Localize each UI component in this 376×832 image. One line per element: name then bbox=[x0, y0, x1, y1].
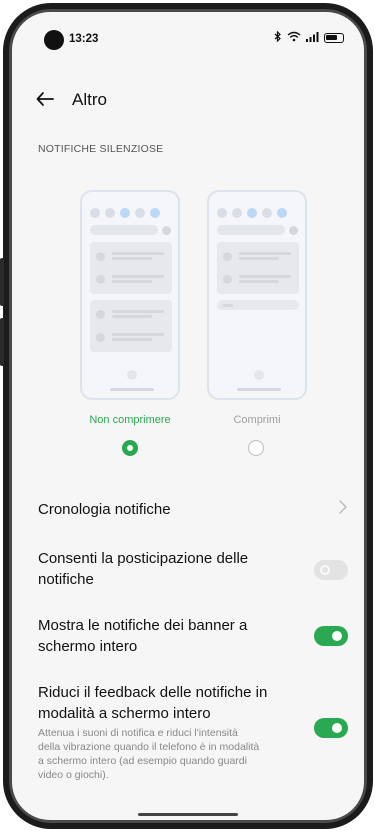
wifi-icon bbox=[287, 31, 301, 45]
mockup-no-compress bbox=[80, 190, 180, 400]
banner-label-line2: schermo intero bbox=[38, 638, 138, 655]
app-dots bbox=[217, 208, 287, 218]
bluetooth-icon bbox=[274, 30, 282, 45]
battery-icon bbox=[324, 33, 344, 43]
feedback-label-line2: modalità a schermo intero bbox=[38, 705, 211, 722]
radio-no-compress[interactable] bbox=[122, 440, 138, 456]
feedback-toggle[interactable] bbox=[314, 718, 348, 738]
page-title: Altro bbox=[72, 90, 107, 109]
status-bar: 13:23 bbox=[12, 12, 364, 60]
feedback-description-line3: a schermo intero (ad esempio quando guar… bbox=[38, 755, 247, 767]
preview-compress[interactable] bbox=[207, 190, 307, 400]
volume-button bbox=[0, 258, 4, 306]
preview-no-compress[interactable] bbox=[80, 190, 180, 400]
notification-card bbox=[90, 242, 172, 294]
screen: 13:23 Altro NOTIFICHE SILENZIOSE Non com… bbox=[12, 12, 364, 820]
notification-history-item[interactable]: Cronologia notifiche bbox=[38, 499, 171, 520]
app-dots bbox=[90, 208, 160, 218]
notification-card bbox=[217, 242, 299, 294]
radio-compress[interactable] bbox=[248, 440, 264, 456]
option-label-no-compress: Non comprimere bbox=[89, 414, 171, 426]
feedback-label-line1: Riduci il feedback delle notifiche in bbox=[38, 684, 268, 701]
feedback-description-line2: della vibrazione quando il telefono è in… bbox=[38, 741, 260, 753]
power-button bbox=[0, 318, 4, 366]
status-time: 13:23 bbox=[69, 33, 99, 45]
snooze-label-line1: Consenti la posticipazione delle bbox=[38, 550, 249, 567]
arrow-left-icon[interactable] bbox=[34, 88, 56, 110]
option-label-compress: Comprimi bbox=[233, 414, 281, 426]
collapsed-notifications bbox=[217, 300, 299, 310]
chevron-right-icon[interactable] bbox=[338, 500, 348, 514]
notification-card bbox=[90, 300, 172, 352]
search-bar-placeholder bbox=[217, 225, 285, 235]
section-label: NOTIFICHE SILENZIOSE bbox=[38, 143, 164, 155]
search-bar-placeholder bbox=[90, 225, 158, 235]
feedback-description-line1: Attenua i suoni di notifica e riduci l'i… bbox=[38, 727, 238, 739]
snooze-toggle[interactable] bbox=[314, 560, 348, 580]
feedback-description-line4: video o giochi). bbox=[38, 769, 109, 781]
gesture-nav-bar[interactable] bbox=[138, 813, 238, 816]
front-camera bbox=[44, 30, 64, 50]
signal-icon bbox=[306, 31, 319, 45]
status-icons bbox=[274, 30, 344, 45]
banner-toggle[interactable] bbox=[314, 626, 348, 646]
mockup-compress bbox=[207, 190, 307, 400]
banner-label-line1: Mostra le notifiche dei banner a bbox=[38, 617, 248, 634]
app-header: Altro bbox=[12, 82, 364, 118]
snooze-label-line2: notifiche bbox=[38, 571, 94, 588]
